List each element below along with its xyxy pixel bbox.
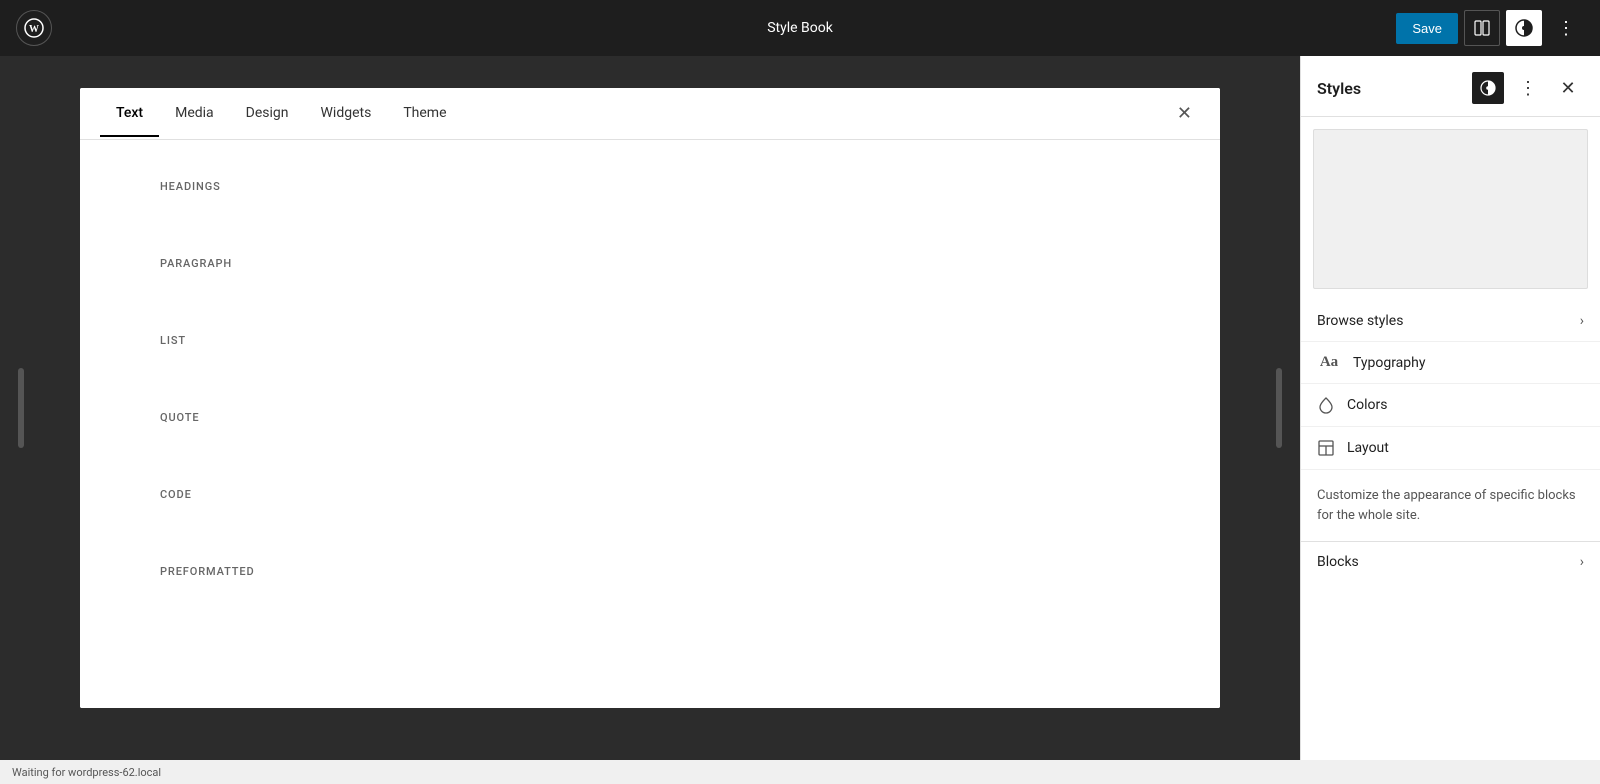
tab-theme[interactable]: Theme bbox=[387, 91, 462, 137]
layout-item[interactable]: Layout bbox=[1301, 427, 1600, 470]
stylebook-container: Text Media Design Widgets Theme ✕ HEADIN… bbox=[80, 88, 1220, 708]
page-title: Style Book bbox=[767, 20, 833, 36]
browse-styles-arrow-icon: › bbox=[1580, 313, 1584, 329]
wp-logo[interactable]: W bbox=[16, 10, 52, 46]
browse-styles-item[interactable]: Browse styles › bbox=[1301, 301, 1600, 342]
topbar: W Style Book Save ⋮ bbox=[0, 0, 1600, 56]
section-headings-label: HEADINGS bbox=[160, 180, 1140, 193]
sidebar-more-button[interactable]: ⋮ bbox=[1512, 72, 1544, 104]
sidebar-header: Styles ⋮ ✕ bbox=[1301, 56, 1600, 117]
topbar-left: W bbox=[16, 10, 52, 46]
typography-icon: Aa bbox=[1317, 354, 1341, 371]
close-stylebook-button[interactable]: ✕ bbox=[1169, 99, 1200, 128]
section-paragraph-label: PARAGRAPH bbox=[160, 257, 1140, 270]
svg-text:W: W bbox=[29, 24, 39, 35]
sidebar-close-button[interactable]: ✕ bbox=[1552, 72, 1584, 104]
save-button[interactable]: Save bbox=[1396, 13, 1458, 44]
browse-styles-label: Browse styles bbox=[1317, 313, 1580, 329]
statusbar: Waiting for wordpress-62.local bbox=[0, 760, 1600, 784]
section-code: CODE bbox=[160, 488, 1140, 501]
section-paragraph: PARAGRAPH bbox=[160, 257, 1140, 270]
scroll-handle-right[interactable] bbox=[1276, 368, 1282, 448]
sidebar-title: Styles bbox=[1317, 79, 1464, 98]
styles-button[interactable] bbox=[1506, 10, 1542, 46]
layout-label: Layout bbox=[1347, 440, 1584, 456]
blocks-label: Blocks bbox=[1317, 554, 1580, 570]
tabs-bar: Text Media Design Widgets Theme ✕ bbox=[80, 88, 1220, 140]
typography-label: Typography bbox=[1353, 355, 1584, 371]
layout-icon bbox=[1317, 439, 1335, 457]
blocks-arrow-icon: › bbox=[1580, 554, 1584, 570]
statusbar-text: Waiting for wordpress-62.local bbox=[12, 766, 161, 779]
scroll-handle-left[interactable] bbox=[18, 368, 24, 448]
section-quote: QUOTE bbox=[160, 411, 1140, 424]
sidebar-description: Customize the appearance of specific blo… bbox=[1301, 470, 1600, 541]
section-preformatted: PREFORMATTED bbox=[160, 565, 1140, 578]
stylebook-area: Text Media Design Widgets Theme ✕ HEADIN… bbox=[0, 56, 1300, 760]
section-quote-label: QUOTE bbox=[160, 411, 1140, 424]
section-list-label: LIST bbox=[160, 334, 1140, 347]
tab-media[interactable]: Media bbox=[159, 91, 230, 137]
preview-thumbnail bbox=[1313, 129, 1588, 289]
more-options-button[interactable]: ⋮ bbox=[1548, 10, 1584, 46]
topbar-right: Save ⋮ bbox=[1396, 10, 1584, 46]
layout-toggle-button[interactable] bbox=[1464, 10, 1500, 46]
blocks-item[interactable]: Blocks › bbox=[1301, 541, 1600, 582]
section-preformatted-label: PREFORMATTED bbox=[160, 565, 1140, 578]
tab-text[interactable]: Text bbox=[100, 91, 159, 137]
colors-label: Colors bbox=[1347, 397, 1584, 413]
sidebar-preview-button[interactable] bbox=[1472, 72, 1504, 104]
section-headings: HEADINGS bbox=[160, 180, 1140, 193]
stylebook-content: HEADINGS PARAGRAPH LIST QUOTE CODE PREFO… bbox=[80, 140, 1220, 708]
colors-item[interactable]: Colors bbox=[1301, 384, 1600, 427]
typography-item[interactable]: Aa Typography bbox=[1301, 342, 1600, 384]
tab-widgets[interactable]: Widgets bbox=[305, 91, 388, 137]
colors-icon bbox=[1317, 396, 1335, 414]
tab-design[interactable]: Design bbox=[230, 91, 305, 137]
section-code-label: CODE bbox=[160, 488, 1140, 501]
main-area: Text Media Design Widgets Theme ✕ HEADIN… bbox=[0, 56, 1600, 760]
section-list: LIST bbox=[160, 334, 1140, 347]
styles-sidebar: Styles ⋮ ✕ Browse styles › Aa Typography bbox=[1300, 56, 1600, 760]
